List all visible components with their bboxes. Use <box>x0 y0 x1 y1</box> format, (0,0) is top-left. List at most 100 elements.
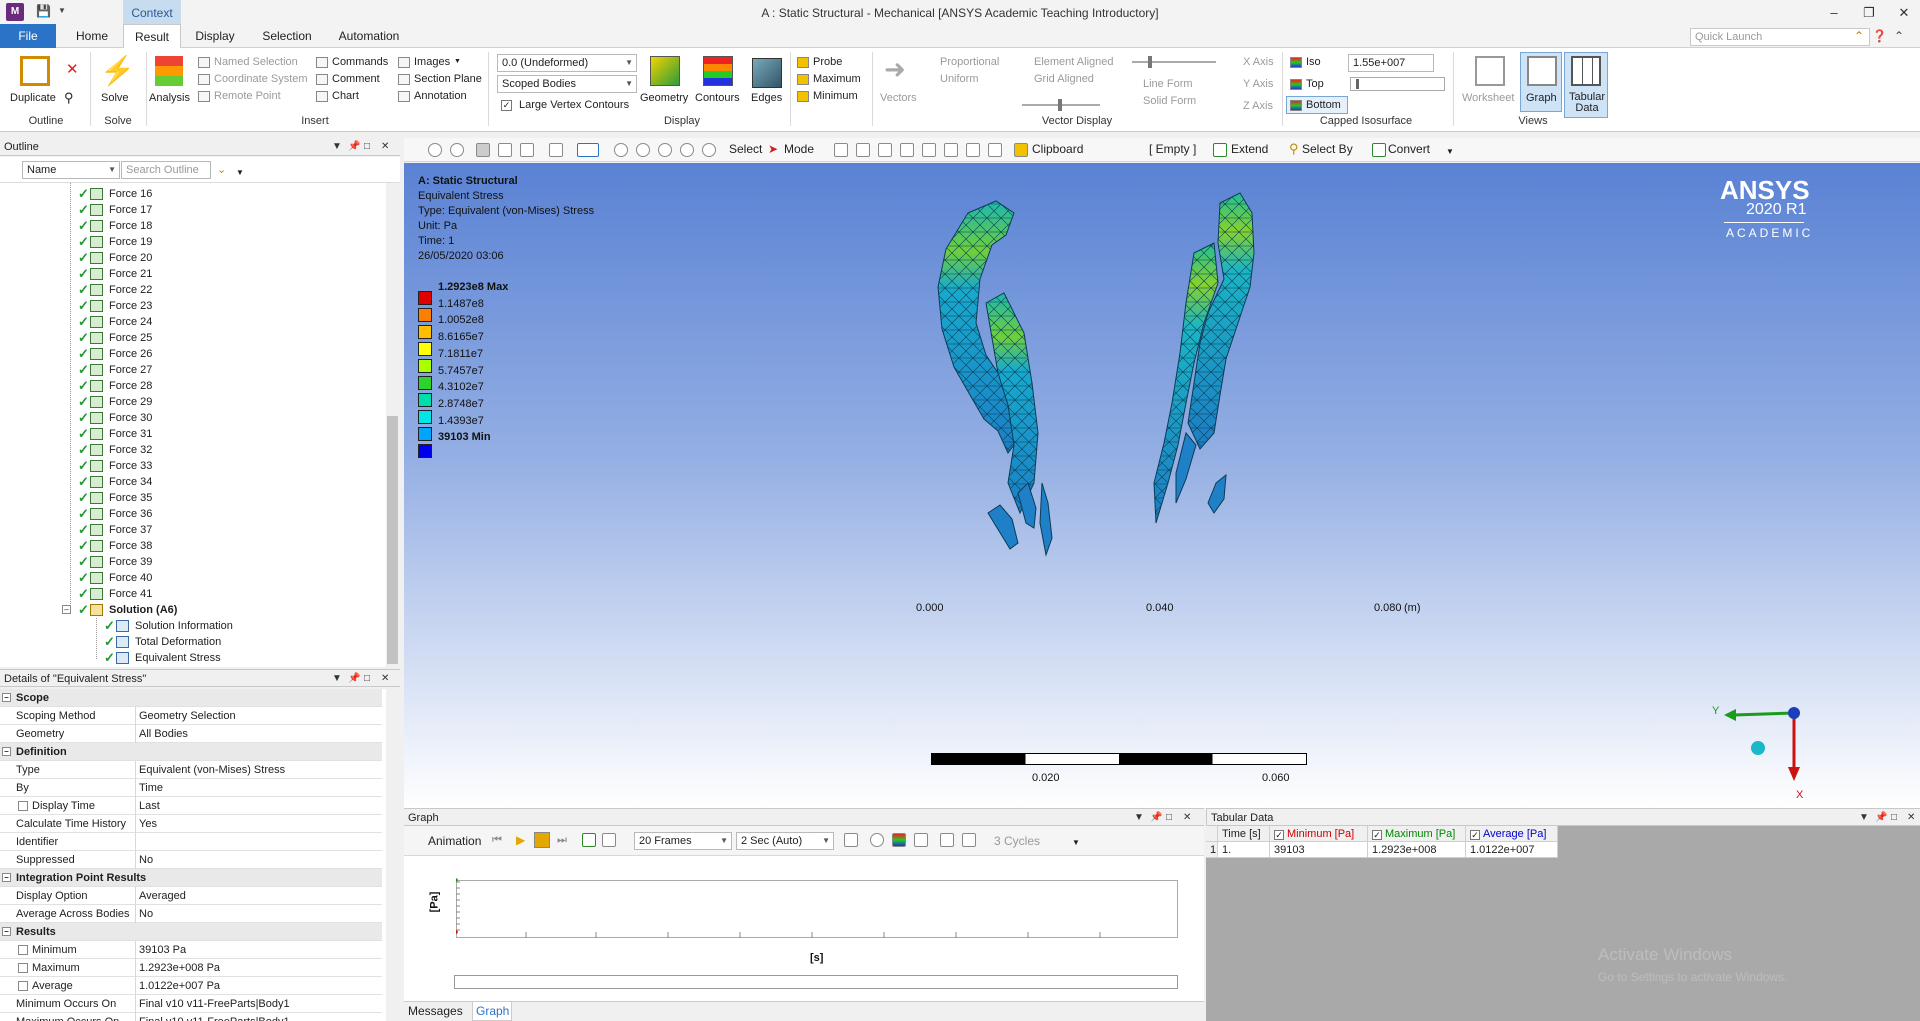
panel-menu-icon[interactable]: ▼ <box>332 670 342 688</box>
uniform-button[interactable]: Uniform <box>940 73 979 85</box>
maximize-icon[interactable]: □ <box>1891 809 1897 827</box>
outline-filter-select[interactable]: Name ▼ <box>22 161 120 179</box>
details-row[interactable]: Minimum Occurs On Final v10 v11-FreeParts… <box>0 995 382 1013</box>
tree-item-force[interactable]: ✓ Force 34 <box>0 474 380 490</box>
details-value[interactable]: 39103 Pa <box>139 941 379 959</box>
filter-options-icon[interactable]: ▼ <box>236 168 244 177</box>
tree-item-force[interactable]: ✓ Force 36 <box>0 506 380 522</box>
toolbar-overflow-icon[interactable]: ▼ <box>1446 147 1454 156</box>
close-icon[interactable]: ✕ <box>1885 0 1920 24</box>
toggle-view-icon[interactable] <box>549 143 563 157</box>
time-scrubber[interactable] <box>454 975 1178 989</box>
app-icon[interactable]: M <box>6 3 24 21</box>
scope-select[interactable]: Scoped Bodies ▼ <box>497 75 637 93</box>
details-value[interactable]: Final v10 v11-FreeParts|Body1 <box>139 1013 379 1021</box>
collapse-icon[interactable]: – <box>2 747 11 756</box>
probe-button[interactable]: Probe <box>813 56 842 68</box>
details-category[interactable]: – Integration Point Results <box>0 869 382 887</box>
close-icon[interactable]: ✕ <box>381 670 389 688</box>
details-row[interactable]: Average Across Bodies No <box>0 905 382 923</box>
zoom-out-icon[interactable] <box>450 143 464 157</box>
header-minimum[interactable]: ✓ Minimum [Pa] <box>1270 826 1368 842</box>
contours-button[interactable]: Contours <box>695 92 740 104</box>
save-icon[interactable]: 💾 <box>36 4 51 18</box>
tree-item-force[interactable]: ✓ Force 38 <box>0 538 380 554</box>
vector-density-slider-thumb[interactable] <box>1058 99 1062 111</box>
details-value[interactable]: All Bodies <box>139 725 379 743</box>
minimum-button[interactable]: Minimum <box>813 90 858 102</box>
select-by-button[interactable]: Select By <box>1302 142 1353 156</box>
solve-button[interactable]: Solve <box>101 92 129 104</box>
fit-icon[interactable] <box>962 833 976 847</box>
images-dropdown-icon[interactable]: ▼ <box>454 58 461 65</box>
tab-display[interactable]: Display <box>186 24 244 48</box>
chart-button[interactable]: Chart <box>332 90 359 102</box>
average-checkbox[interactable]: ✓ <box>1470 830 1480 840</box>
tree-item-force[interactable]: ✓ Force 39 <box>0 554 380 570</box>
comment-button[interactable]: Comment <box>332 73 380 85</box>
details-value[interactable]: Time <box>139 779 379 797</box>
select-element-face-icon[interactable] <box>944 143 958 157</box>
align-icon[interactable] <box>940 833 954 847</box>
qat-dropdown-icon[interactable]: ▼ <box>55 4 69 18</box>
tree-item-force[interactable]: ✓ Force 37 <box>0 522 380 538</box>
tab-result[interactable]: Result <box>123 24 181 48</box>
cycles-select[interactable]: 3 Cycles <box>994 834 1040 848</box>
delete-icon[interactable]: ✕ <box>66 60 79 78</box>
tree-item-force[interactable]: ✓ Force 22 <box>0 282 380 298</box>
cell-average[interactable]: 1.0122e+007 <box>1466 842 1558 858</box>
result-sets-icon[interactable] <box>602 833 616 847</box>
display-options-icon[interactable] <box>520 143 534 157</box>
details-row[interactable]: Geometry All Bodies <box>0 725 382 743</box>
right-bone-part[interactable] <box>1153 192 1255 524</box>
tree-item-force[interactable]: ✓ Force 17 <box>0 202 380 218</box>
mode-button[interactable]: Mode <box>784 142 814 156</box>
maximum-checkbox[interactable]: ✓ <box>1372 830 1382 840</box>
close-icon[interactable]: ✕ <box>381 138 389 156</box>
tree-item-force[interactable]: ✓ Force 33 <box>0 458 380 474</box>
details-value[interactable]: Yes <box>139 815 379 833</box>
proportional-button[interactable]: Proportional <box>940 56 999 68</box>
details-value[interactable]: Averaged <box>139 887 379 905</box>
details-row[interactable]: Maximum Occurs OnFinal v10 v11-FreeParts… <box>0 1013 382 1021</box>
box-zoom-icon[interactable] <box>658 143 672 157</box>
zoom-icon[interactable] <box>636 143 650 157</box>
zoom-to-fit-icon[interactable] <box>680 143 694 157</box>
rotate-icon[interactable] <box>577 143 599 157</box>
worksheet-button[interactable]: Worksheet <box>1462 92 1514 104</box>
restore-icon[interactable]: ❐ <box>1850 0 1888 24</box>
tree-item-force[interactable]: ✓ Force 27 <box>0 362 380 378</box>
select-element-icon[interactable] <box>966 143 980 157</box>
details-row[interactable]: Average 1.0122e+007 Pa <box>0 977 382 995</box>
tree-item-force[interactable]: ✓ Force 29 <box>0 394 380 410</box>
tab-home[interactable]: Home <box>64 24 120 48</box>
iso-view-icon[interactable] <box>476 143 490 157</box>
graphics-viewport[interactable]: ANSYS 2020 R1 ACADEMIC 0.000 0.040 0.080… <box>404 163 1920 808</box>
tab-messages[interactable]: Messages <box>408 1004 463 1018</box>
tree-item-force[interactable]: ✓ Force 24 <box>0 314 380 330</box>
details-row[interactable]: Calculate Time History Yes <box>0 815 382 833</box>
set-view-icon[interactable] <box>498 143 512 157</box>
header-time[interactable]: Time [s] <box>1218 826 1270 842</box>
help-icon[interactable]: ❓ <box>1872 29 1887 43</box>
convert-button[interactable]: Convert <box>1388 142 1430 156</box>
pin-icon[interactable]: 📌 <box>348 670 360 688</box>
isosurface-slider-thumb[interactable] <box>1356 79 1359 89</box>
details-value[interactable]: Last <box>139 797 379 815</box>
line-form-button[interactable]: Line Form <box>1143 78 1193 90</box>
tree-item-solution[interactable]: – ✓ Solution (A6) <box>0 602 380 618</box>
zoom-in-icon[interactable] <box>428 143 442 157</box>
y-axis-button[interactable]: Y Axis <box>1243 78 1273 90</box>
graph-overflow-icon[interactable]: ▼ <box>1072 838 1080 847</box>
details-row[interactable]: By Time <box>0 779 382 797</box>
select-button[interactable]: Select <box>729 142 762 156</box>
grid-aligned-button[interactable]: Grid Aligned <box>1034 73 1094 85</box>
tab-file[interactable]: File <box>0 24 56 48</box>
pan-icon[interactable] <box>614 143 628 157</box>
details-row[interactable]: Type Equivalent (von-Mises) Stress <box>0 761 382 779</box>
tree-item-result[interactable]: ✓ Solution Information <box>0 618 380 634</box>
details-category[interactable]: – Results <box>0 923 382 941</box>
maximize-icon[interactable]: □ <box>364 138 370 156</box>
details-row[interactable]: Scoping Method Geometry Selection <box>0 707 382 725</box>
analysis-button[interactable]: Analysis <box>149 92 190 104</box>
